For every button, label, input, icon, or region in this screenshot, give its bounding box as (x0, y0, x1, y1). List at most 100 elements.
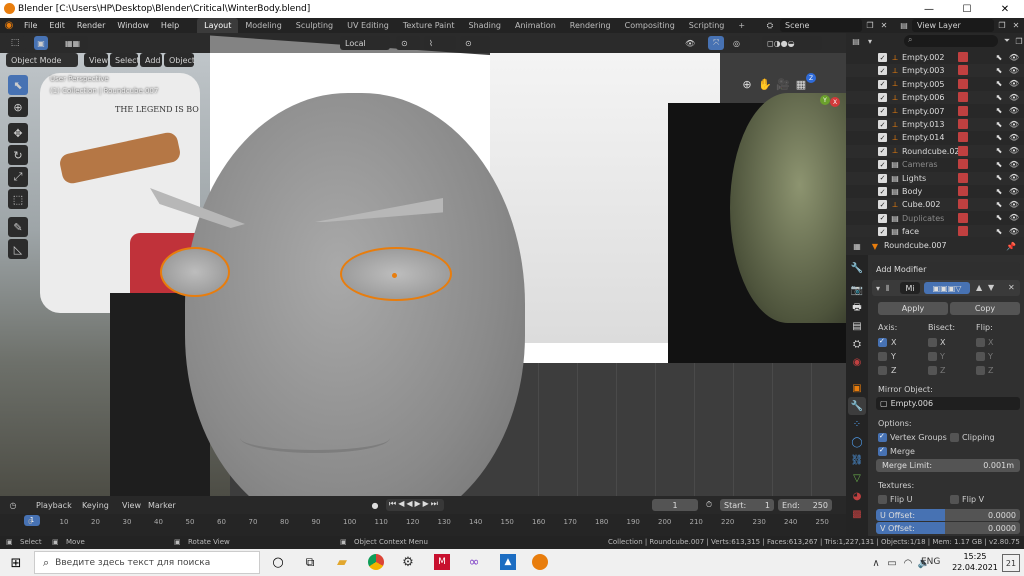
add-workspace-button[interactable]: + (731, 18, 752, 33)
tab-compositing[interactable]: Compositing (618, 18, 682, 33)
start-frame-field[interactable]: Start: 1 (720, 499, 774, 511)
display-mode-icon[interactable]: ▾ (864, 36, 876, 46)
visibility-eye-icon[interactable]: 👁 (1008, 213, 1020, 223)
view-layer-tab-icon[interactable]: ▤ (848, 317, 866, 335)
move-down-icon[interactable]: ▼ (988, 283, 994, 292)
clock-time[interactable]: 15:25 (958, 552, 992, 561)
outliner-row[interactable]: ✓ ▤ Cameras ⬉ 👁 (846, 158, 1024, 171)
scene-tab-icon[interactable]: ⛭ (848, 335, 866, 353)
pivot-icon[interactable]: ⊙ (396, 36, 420, 50)
close-button[interactable]: ✕ (986, 0, 1024, 18)
flip-v-checkbox[interactable] (950, 495, 959, 504)
filter-icon[interactable]: ⏷ (1002, 36, 1012, 46)
chrome-icon[interactable] (368, 554, 384, 570)
visibility-eye-icon[interactable]: 👁 (1008, 92, 1020, 102)
exclude-checkbox[interactable]: ✓ (878, 160, 887, 170)
merge-checkbox[interactable] (878, 446, 887, 456)
visibility-eye-icon[interactable]: 👁 (1008, 186, 1020, 196)
selectable-icon[interactable]: ⬉ (994, 52, 1004, 62)
bisect-x-checkbox[interactable] (928, 338, 937, 347)
selectable-icon[interactable]: ⬉ (994, 226, 1004, 236)
settings-gear-icon[interactable]: ⚙ (400, 554, 416, 570)
menu-help[interactable]: Help (155, 21, 185, 30)
snap-icon[interactable]: ⌇ (424, 36, 456, 50)
visibility-eye-icon[interactable]: 👁 (1008, 132, 1020, 142)
visibility-icon[interactable]: 👁 (680, 36, 706, 50)
outliner-row[interactable]: ✓ ⟂ Empty.002 ⬉ 👁 (846, 51, 1024, 64)
exclude-checkbox[interactable]: ✓ (878, 66, 887, 76)
selectable-icon[interactable]: ⬉ (994, 199, 1004, 209)
selectable-icon[interactable]: ⬉ (994, 213, 1004, 223)
flip-u-checkbox[interactable] (878, 495, 887, 504)
timeline-view-menu[interactable]: View (122, 501, 141, 510)
properties-editor-icon[interactable]: ▦ (852, 241, 862, 251)
outliner-row[interactable]: ✓ ⟂ Empty.014 ⬉ 👁 (846, 131, 1024, 144)
outliner-editor-icon[interactable]: ▤ (850, 36, 862, 46)
visibility-eye-icon[interactable]: 👁 (1008, 146, 1020, 156)
selectable-icon[interactable]: ⬉ (994, 92, 1004, 102)
render-tab-icon[interactable]: 📷 (848, 281, 866, 299)
network-icon[interactable]: ▭ (886, 557, 898, 569)
visibility-eye-icon[interactable]: 👁 (1008, 226, 1020, 236)
texture-tab-icon[interactable]: ▩ (848, 505, 866, 523)
merge-limit-field[interactable]: Merge Limit: 0.001m (876, 459, 1020, 472)
exclude-checkbox[interactable]: ✓ (878, 146, 887, 156)
move-up-icon[interactable]: ▲ (976, 283, 982, 292)
flip-z-checkbox[interactable] (976, 366, 985, 375)
exclude-checkbox[interactable]: ✓ (878, 133, 887, 143)
pan-hand-icon[interactable]: ✋ (758, 77, 772, 91)
exclude-checkbox[interactable]: ✓ (878, 106, 887, 116)
vertex-groups-checkbox[interactable] (878, 432, 887, 442)
taskbar-search-box[interactable]: ⌕ Введите здесь текст для поиска (34, 551, 260, 574)
transform-tool-icon[interactable]: ⬚ (8, 189, 28, 209)
end-frame-field[interactable]: End: 250 (778, 499, 832, 511)
tab-rendering[interactable]: Rendering (563, 18, 618, 33)
gizmo-y-axis[interactable]: Y (820, 95, 830, 105)
visibility-eye-icon[interactable]: 👁 (1008, 52, 1020, 62)
gizmo-toggle-icon[interactable]: ⤧ (708, 36, 724, 50)
exclude-checkbox[interactable]: ✓ (878, 187, 887, 196)
flip-y-checkbox[interactable] (976, 352, 985, 361)
outliner-row[interactable]: ✓ ⟂ Empty.007 ⬉ 👁 (846, 105, 1024, 118)
selectable-icon[interactable]: ⬉ (994, 173, 1004, 183)
mcafee-icon[interactable]: M (434, 554, 450, 570)
visibility-eye-icon[interactable]: 👁 (1008, 159, 1020, 169)
left-eye-mesh[interactable] (160, 247, 230, 297)
axis-x-checkbox[interactable] (878, 337, 887, 347)
object-menu[interactable]: Object (164, 53, 195, 67)
zoom-icon[interactable]: ⊕ (740, 77, 754, 91)
menu-file[interactable]: File (18, 21, 43, 30)
copy-button[interactable]: Copy (950, 302, 1020, 315)
orientation-dropdown[interactable]: Local (340, 36, 390, 50)
timeline-editor-icon[interactable]: ◷ (6, 500, 20, 510)
selection-mode-icons[interactable]: ▦▦ (60, 36, 88, 50)
overlay-icon[interactable]: ◎ (728, 36, 750, 50)
menu-edit[interactable]: Edit (43, 21, 71, 30)
clipping-checkbox[interactable] (950, 433, 959, 442)
mode-dropdown[interactable]: Object Mode (6, 53, 78, 67)
exclude-checkbox[interactable]: ✓ (878, 79, 887, 89)
keying-menu[interactable]: Keying (82, 501, 109, 510)
minimize-button[interactable]: — (910, 0, 948, 18)
bisect-z-checkbox[interactable] (928, 366, 937, 375)
visibility-eye-icon[interactable]: 👁 (1008, 106, 1020, 116)
select-tool-icon[interactable]: ⬉ (8, 75, 28, 95)
modifier-tab-icon[interactable]: 🔧 (848, 397, 866, 415)
physics-tab-icon[interactable]: ◯ (848, 433, 866, 451)
playback-controls[interactable]: ⏮◀◀▶▶⏭ (386, 499, 444, 511)
outliner-search-input[interactable]: ⌕ (904, 35, 998, 47)
maximize-button[interactable]: ☐ (948, 0, 986, 18)
scale-tool-icon[interactable]: ⤢ (8, 167, 28, 187)
language-indicator[interactable]: ENG (921, 557, 940, 567)
v-offset-field[interactable]: V Offset: 0.0000 (876, 522, 1020, 534)
mirror-object-field[interactable]: ▢ Empty.006 (876, 397, 1020, 410)
record-icon[interactable]: ● (370, 500, 380, 510)
menu-render[interactable]: Render (71, 21, 111, 30)
tab-sculpting[interactable]: Sculpting (289, 18, 340, 33)
data-tab-icon[interactable]: ▽ (848, 469, 866, 487)
visual-studio-icon[interactable]: ∞ (466, 554, 482, 570)
new-view-layer-icon[interactable]: ❐ (996, 20, 1008, 31)
start-button-icon[interactable]: ⊞ (8, 555, 24, 571)
preview-range-icon[interactable]: ⏱ (704, 500, 714, 510)
blender-taskbar-icon[interactable] (532, 554, 548, 570)
